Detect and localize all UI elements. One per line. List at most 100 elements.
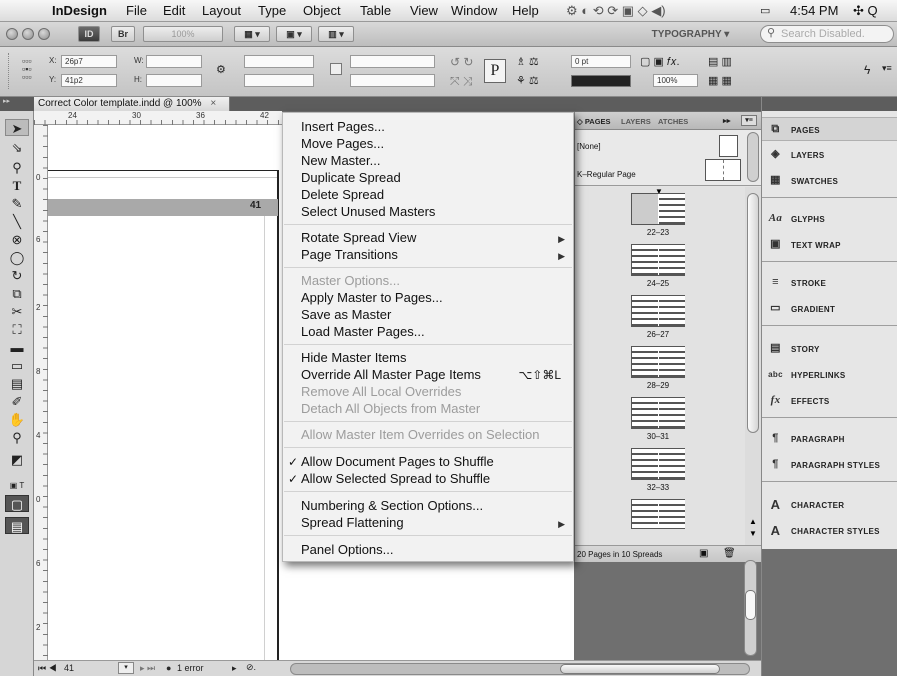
dock-item-glyphs[interactable]: Aa GLYPHS — [762, 207, 897, 231]
line-tool-icon[interactable]: ╲ — [5, 213, 29, 230]
spread-thumbnail[interactable] — [631, 499, 685, 529]
menu-rotate-spread-view[interactable]: Rotate Spread View — [301, 230, 416, 245]
menu-view[interactable]: View — [410, 3, 438, 18]
menu-numbering-section-options[interactable]: Numbering & Section Options... — [301, 498, 483, 513]
page-number-field[interactable]: 41 — [64, 663, 74, 673]
scale-tool-icon[interactable]: ⧉ — [5, 285, 29, 302]
arrange-documents-dropdown[interactable]: ▥ ▾ — [318, 26, 354, 42]
type-tool-icon[interactable]: T — [5, 177, 29, 194]
constrain-proportions-icon[interactable]: ⚙ — [216, 63, 226, 76]
new-page-icon[interactable]: ▣ — [699, 548, 708, 559]
open-file-icon[interactable]: ⊘. — [246, 662, 256, 673]
view-options-dropdown[interactable]: ▦ ▾ — [234, 26, 270, 42]
direct-selection-tool-icon[interactable]: ⇘ — [5, 139, 29, 156]
document-tab[interactable]: Correct Color template.indd @ 100% × — [34, 97, 230, 111]
first-page-icon[interactable]: ⏮ ◀ — [38, 663, 57, 674]
y-position-field[interactable]: 41p2 — [61, 74, 117, 87]
menu-panel-options[interactable]: Panel Options... — [301, 542, 394, 557]
flip-icons[interactable]: ⤧ ⤨ — [450, 74, 473, 89]
master-none-thumbnail[interactable] — [719, 135, 738, 157]
quick-apply-icon[interactable]: ϟ — [864, 63, 870, 77]
width-field[interactable] — [146, 55, 202, 68]
align-icons[interactable]: ▦ ▦ — [708, 74, 732, 87]
gradient-swatch-tool-icon[interactable]: ▬ — [5, 339, 29, 356]
frame-fitting-icons[interactable]: ▢ ▣ 𝑓𝑥. — [640, 55, 680, 69]
menu-hide-master-items[interactable]: Hide Master Items — [301, 350, 406, 365]
ellipse-tool-icon[interactable]: ◯ — [5, 249, 29, 266]
page-number-text[interactable]: 41 — [250, 200, 261, 211]
dock-item-character[interactable]: A CHARACTER — [762, 493, 897, 517]
rotation-angle-field[interactable] — [350, 55, 435, 68]
x-position-field[interactable]: 26p7 — [61, 55, 117, 68]
scroll-down-icon[interactable]: ▼ — [749, 529, 757, 538]
spread-thumbnail[interactable] — [631, 448, 685, 480]
control-grip[interactable] — [8, 53, 11, 89]
menu-extra-icons[interactable]: ⚙ ◐ ⟲ ⟳ ▣ ◇ ◀) — [566, 3, 666, 19]
header-band[interactable] — [48, 199, 278, 216]
control-panel-menu-icon[interactable]: ▾≡ — [882, 63, 892, 74]
menu-delete-spread[interactable]: Delete Spread — [301, 187, 384, 202]
panel-expand-icon[interactable]: ▸▸ — [723, 116, 731, 125]
menu-move-pages[interactable]: Move Pages... — [301, 136, 384, 151]
menu-table[interactable]: Table — [360, 3, 391, 18]
fill-stroke-icon[interactable]: ◩ — [5, 451, 29, 473]
dock-header[interactable] — [762, 97, 897, 111]
zoom-window-button[interactable] — [38, 28, 50, 40]
dock-item-paragraph[interactable]: ¶ PARAGRAPH — [762, 427, 897, 451]
menu-allow-document-pages-to-shuffle[interactable]: Allow Document Pages to Shuffle — [301, 454, 494, 469]
constrain-scale-icon[interactable] — [330, 63, 342, 75]
dock-item-swatches[interactable]: ▦ SWATCHES — [762, 169, 897, 193]
tab-pages[interactable]: ◇ PAGES — [577, 117, 611, 126]
eyedropper-tool-icon[interactable]: ✐ — [5, 393, 29, 410]
zoom-level-dropdown[interactable]: 100% — [143, 26, 223, 42]
selection-tool-icon[interactable]: ➤ — [5, 119, 29, 136]
dock-item-text-wrap[interactable]: ▣ TEXT WRAP — [762, 233, 897, 257]
menu-allow-selected-spread-to-shuffle[interactable]: Allow Selected Spread to Shuffle — [301, 471, 490, 486]
stroke-weight-field[interactable]: 0 pt — [571, 55, 631, 68]
search-input[interactable]: Search Disabled. — [760, 25, 894, 43]
note-tool2-icon[interactable]: ▤ — [5, 375, 29, 392]
spread-thumbnail[interactable] — [631, 346, 685, 378]
reference-point-icon[interactable]: ▫▫▫ ▫▪▫ ▫▫▫ — [22, 57, 32, 82]
rotate-tool-icon[interactable]: ↻ — [5, 267, 29, 284]
spread-thumbnail[interactable] — [631, 397, 685, 429]
tab-layers[interactable]: LAYERS — [621, 117, 651, 126]
menu-apply-master-to-pages[interactable]: Apply Master to Pages... — [301, 290, 443, 305]
next-page-icons[interactable]: ▸ ⏭ — [140, 663, 155, 674]
dock-item-hyperlinks[interactable]: abc HYPERLINKS — [762, 363, 897, 387]
menu-select-unused-masters[interactable]: Select Unused Masters — [301, 204, 435, 219]
formatting-affects-icon[interactable]: ▣ T — [5, 477, 29, 494]
shear-angle-field[interactable] — [350, 74, 435, 87]
dock-item-gradient[interactable]: ▭ GRADIENT — [762, 297, 897, 321]
spotlight-icon[interactable]: ✣ Q — [853, 3, 878, 19]
minimize-window-button[interactable] — [22, 28, 34, 40]
horizontal-ruler[interactable]: 24 30 36 42 — [34, 111, 282, 125]
menu-override-all-master-page-items[interactable]: Override All Master Page Items — [301, 367, 481, 382]
menu-save-as-master[interactable]: Save as Master — [301, 307, 391, 322]
workspace-switcher[interactable]: TYPOGRAPHY ▾ — [628, 26, 753, 43]
battery-icon[interactable]: ▭ — [760, 4, 770, 17]
scale-y-field[interactable] — [244, 74, 314, 87]
menu-layout[interactable]: Layout — [202, 3, 241, 18]
menu-insert-pages[interactable]: Insert Pages... — [301, 119, 385, 134]
dock-item-pages[interactable]: ⧉ PAGES — [762, 117, 897, 141]
rotate-icons[interactable]: ↺ ↻ — [450, 55, 473, 69]
menu-edit[interactable]: Edit — [163, 3, 185, 18]
menu-file[interactable]: File — [126, 3, 147, 18]
spread-thumbnail[interactable] — [631, 244, 685, 276]
menu-object[interactable]: Object — [303, 3, 341, 18]
menu-duplicate-spread[interactable]: Duplicate Spread — [301, 170, 401, 185]
preflight-errors[interactable]: 1 error — [177, 663, 204, 673]
apply-none-icon[interactable]: ▢ — [5, 495, 29, 512]
tab-swatches[interactable]: ATCHES — [658, 117, 688, 126]
rectangle-frame-tool-icon[interactable]: ⊗ — [5, 231, 29, 248]
scissors-tool-icon[interactable]: ✂ — [5, 303, 29, 320]
master-k-thumbnail[interactable] — [705, 159, 741, 181]
page-dropdown-icon[interactable]: ▾ — [118, 662, 134, 674]
toolbox-collapse-icon[interactable]: ▸▸ — [0, 97, 34, 111]
scale-x-field[interactable] — [244, 55, 314, 68]
master-k-regular[interactable]: K–Regular Page — [577, 170, 636, 179]
clock[interactable]: 4:54 PM — [790, 3, 838, 18]
menu-type[interactable]: Type — [258, 3, 286, 18]
menu-window[interactable]: Window — [451, 3, 497, 18]
